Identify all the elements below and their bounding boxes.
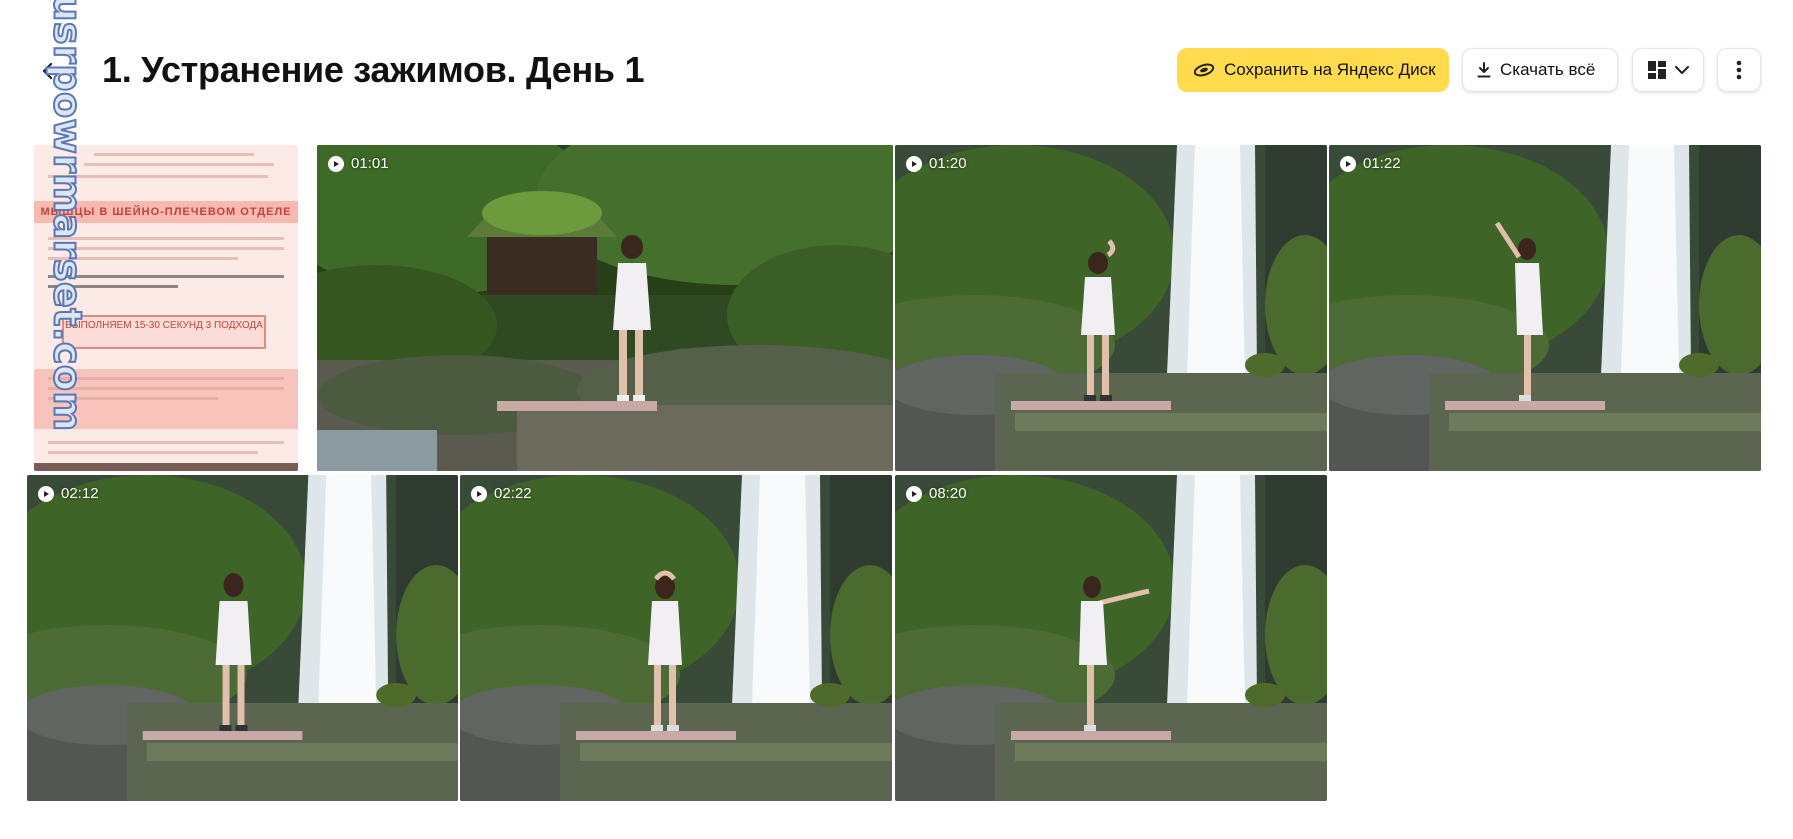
back-button[interactable]: [40, 58, 66, 84]
doc-text-line: [84, 163, 274, 166]
doc-text-line: [48, 441, 284, 444]
play-icon: [906, 485, 922, 502]
video-tile[interactable]: 01:22: [1329, 145, 1761, 471]
video-thumbnail: [1329, 145, 1761, 471]
doc-text-line: [48, 175, 268, 178]
doc-text-line: [48, 257, 238, 260]
video-thumbnail: [460, 475, 892, 801]
video-tile[interactable]: 01:20: [895, 145, 1327, 471]
more-options-button[interactable]: [1717, 48, 1761, 92]
doc-text-line: [48, 285, 178, 288]
doc-heading: МЫШЦЫ В ШЕЙНО-ПЛЕЧЕВОМ ОТДЕЛЕ: [34, 201, 298, 223]
doc-bottom-bar: [34, 463, 298, 471]
grid-view-icon: [1647, 60, 1667, 80]
more-vertical-icon: [1736, 60, 1742, 80]
download-icon: [1477, 62, 1491, 78]
video-duration: 01:22: [1340, 155, 1401, 172]
doc-text-line: [48, 387, 284, 390]
play-icon: [471, 485, 487, 502]
video-thumbnail: [27, 475, 458, 801]
play-icon: [1340, 155, 1356, 172]
play-icon: [328, 155, 344, 172]
doc-text-line: [48, 237, 284, 240]
video-tile[interactable]: 08:20: [895, 475, 1327, 801]
doc-text-line: [48, 397, 218, 400]
doc-exercise-box: ВЫПОЛНЯЕМ 15-30 СЕКУНД 3 ПОДХОДА: [62, 315, 266, 349]
download-all-label: Скачать всё: [1500, 60, 1596, 79]
document-preview-tile[interactable]: МЫШЦЫ В ШЕЙНО-ПЛЕЧЕВОМ ОТДЕЛЕ ВЫПОЛНЯЕМ …: [34, 145, 298, 471]
chevron-down-icon: [1675, 65, 1689, 75]
arrow-left-icon: [42, 62, 64, 80]
video-duration: 02:12: [38, 485, 99, 502]
doc-text-line: [94, 153, 254, 156]
play-icon: [906, 155, 922, 172]
video-duration: 01:01: [328, 155, 389, 172]
video-tile[interactable]: 01:01: [317, 145, 893, 471]
page-title: 1. Устранение зажимов. День 1: [102, 49, 645, 90]
video-thumbnail: [895, 475, 1327, 801]
play-icon: [38, 485, 54, 502]
download-all-button[interactable]: Скачать всё: [1462, 48, 1618, 92]
video-tile[interactable]: 02:22: [460, 475, 892, 801]
doc-text-line: [48, 377, 284, 380]
save-to-disk-button[interactable]: Сохранить на Яндекс Диск: [1177, 48, 1449, 92]
video-duration: 08:20: [906, 485, 967, 502]
doc-text-line: [48, 247, 284, 250]
video-duration: 02:22: [471, 485, 532, 502]
view-mode-dropdown[interactable]: [1632, 48, 1704, 92]
doc-text-line: [48, 451, 258, 454]
save-to-disk-label: Сохранить на Яндекс Диск: [1224, 60, 1436, 79]
video-tile[interactable]: 02:12: [27, 475, 458, 801]
yandex-disk-icon: [1193, 63, 1215, 77]
doc-text-line: [48, 275, 284, 278]
video-thumbnail: [895, 145, 1327, 471]
video-duration: 01:20: [906, 155, 967, 172]
video-thumbnail: [317, 145, 893, 471]
